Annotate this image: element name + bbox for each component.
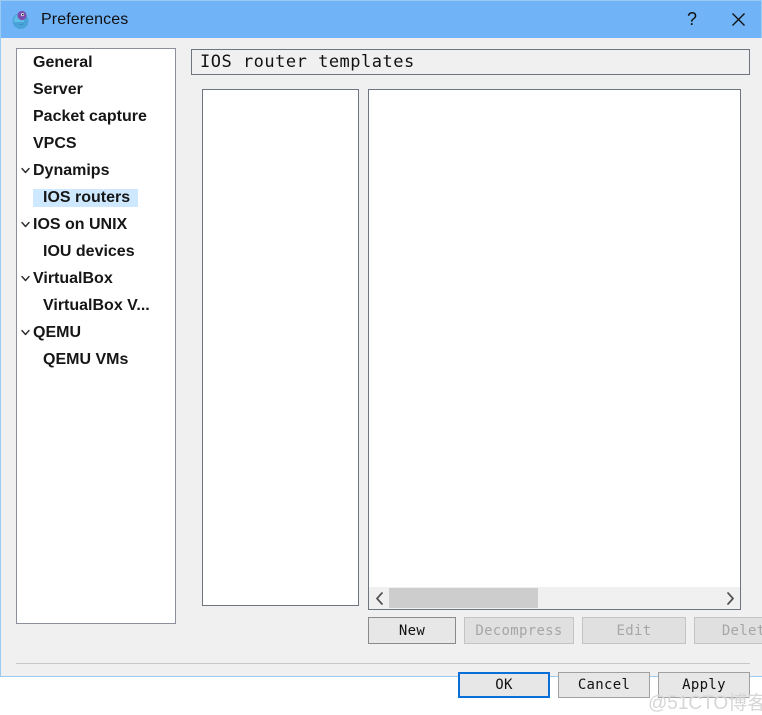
- preferences-dialog: Preferences ? General Server Packet captur…: [0, 0, 762, 714]
- tree-item-host: General Server Packet capture VPCS Dynamips I…: [17, 49, 175, 373]
- sidebar-item-vpcs[interactable]: VPCS: [17, 130, 175, 157]
- sidebar-item-label: VPCS: [33, 134, 77, 152]
- sidebar-item-packet-capture[interactable]: Packet capture: [17, 103, 175, 130]
- dialog-content: General Server Packet capture VPCS Dynamips I…: [2, 38, 762, 714]
- apply-button[interactable]: Apply: [658, 672, 750, 698]
- sidebar-item-qemu-vms[interactable]: QEMU VMs: [17, 346, 175, 373]
- sidebar-item-label: VirtualBox V...: [43, 296, 150, 314]
- sidebar-item-label: VirtualBox: [33, 269, 113, 287]
- group-header: IOS router templates: [191, 49, 750, 75]
- sidebar-item-ios-on-unix[interactable]: IOS on UNIX: [17, 211, 175, 238]
- ios-router-detail-list[interactable]: [369, 90, 740, 586]
- sidebar-item-label: Packet capture: [33, 107, 147, 125]
- sidebar-item-server[interactable]: Server: [17, 76, 175, 103]
- sidebar-item-label: General: [33, 53, 93, 71]
- window-title: Preferences: [41, 10, 129, 28]
- help-button[interactable]: ?: [669, 1, 715, 38]
- sidebar-item-label: IOS on UNIX: [33, 215, 128, 233]
- sidebar-item-virtualbox[interactable]: VirtualBox: [17, 265, 175, 292]
- delete-button: Delete: [694, 617, 762, 644]
- chevron-down-icon[interactable]: [17, 165, 33, 176]
- edit-button: Edit: [582, 617, 686, 644]
- close-icon[interactable]: [715, 1, 761, 38]
- sidebar-item-label: IOS routers: [33, 188, 139, 207]
- sidebar-item-dynamips[interactable]: Dynamips: [17, 157, 175, 184]
- decompress-button: Decompress: [464, 617, 574, 644]
- sidebar-item-virtualbox-v[interactable]: VirtualBox V...: [17, 292, 175, 319]
- sidebar-item-label: QEMU VMs: [43, 350, 129, 368]
- template-action-buttons: New Decompress Edit Delete: [368, 617, 762, 644]
- sidebar-item-label: QEMU: [33, 323, 81, 341]
- sidebar-item-label: Server: [33, 80, 83, 98]
- dialog-button-row: OK Cancel Apply: [2, 672, 762, 712]
- sidebar-item-qemu[interactable]: QEMU: [17, 319, 175, 346]
- chevron-left-icon[interactable]: [369, 587, 389, 609]
- sidebar-item-iou-devices[interactable]: IOU devices: [17, 238, 175, 265]
- horizontal-scrollbar[interactable]: [369, 586, 740, 609]
- footer-separator: [16, 663, 750, 664]
- sidebar-item-ios-routers[interactable]: IOS routers: [17, 184, 175, 211]
- chevron-down-icon[interactable]: [17, 327, 33, 338]
- scrollbar-track[interactable]: [389, 587, 720, 609]
- chevron-down-icon[interactable]: [17, 273, 33, 284]
- page-title: IOS router templates: [200, 52, 415, 72]
- chevron-right-icon[interactable]: [720, 587, 740, 609]
- cancel-button[interactable]: Cancel: [558, 672, 650, 698]
- gns3-chameleon-logo-icon: [11, 10, 31, 30]
- sidebar-item-general[interactable]: General: [17, 49, 175, 76]
- preferences-category-tree[interactable]: General Server Packet capture VPCS Dynamips I…: [16, 48, 176, 624]
- sidebar-item-label: IOU devices: [43, 242, 135, 260]
- ok-button[interactable]: OK: [458, 672, 550, 698]
- title-bar: Preferences ?: [1, 1, 761, 38]
- ios-router-detail-panel[interactable]: [368, 89, 741, 610]
- new-button[interactable]: New: [368, 617, 456, 644]
- ios-router-template-list[interactable]: [202, 89, 359, 606]
- scrollbar-thumb[interactable]: [389, 588, 538, 608]
- chevron-down-icon[interactable]: [17, 219, 33, 230]
- sidebar-item-label: Dynamips: [33, 161, 110, 179]
